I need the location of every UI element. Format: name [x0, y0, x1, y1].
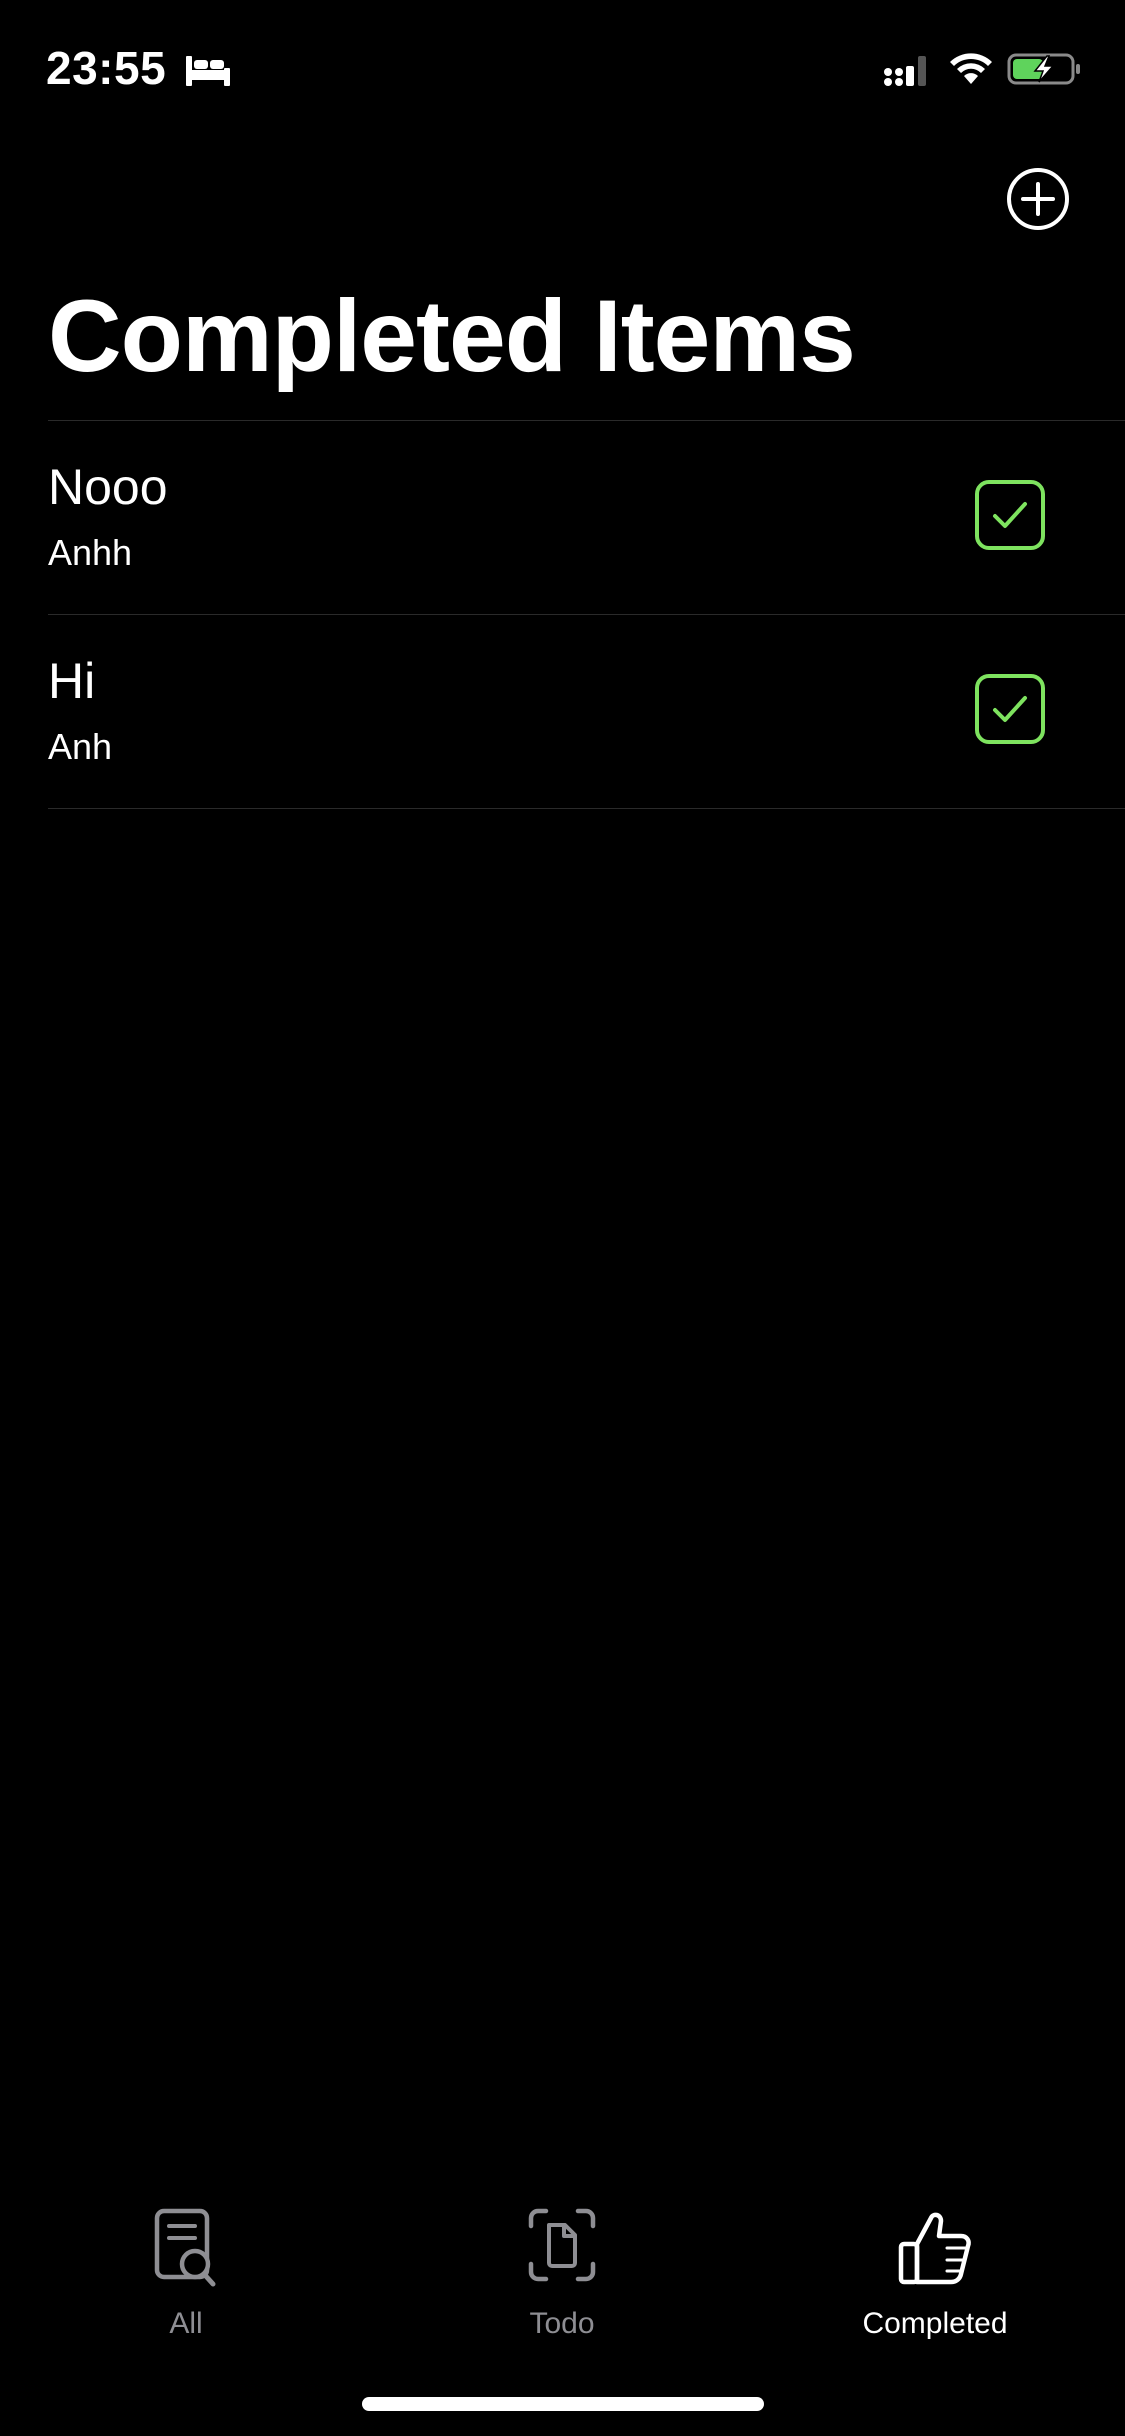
tab-label: Todo: [529, 2307, 595, 2340]
tab-completed[interactable]: Completed: [785, 2208, 1085, 2358]
tab-bar: All Todo Completed: [0, 2180, 1125, 2360]
bed-icon: [186, 56, 230, 86]
tab-todo[interactable]: Todo: [412, 2208, 712, 2358]
list-item[interactable]: Hi Anh: [48, 615, 1125, 809]
item-title: Hi: [48, 653, 96, 709]
document-search-icon: [154, 2208, 216, 2287]
list-item[interactable]: Nooo Anhh: [48, 421, 1125, 615]
document-scan-icon: [528, 2208, 596, 2282]
status-time: 23:55: [46, 42, 167, 94]
tab-label: Completed: [862, 2307, 1008, 2340]
tab-label: All: [169, 2307, 203, 2340]
cellular-signal-icon: [884, 56, 926, 86]
item-subtitle: Anh: [48, 726, 113, 767]
battery-charging-icon: [1007, 53, 1080, 85]
status-bar: 23:55: [0, 0, 1125, 140]
home-indicator: [362, 2397, 764, 2411]
wifi-icon: [950, 53, 992, 84]
checkbox-checked-icon[interactable]: [974, 479, 1046, 551]
item-title: Nooo: [48, 459, 168, 515]
page-title: Completed Items: [48, 279, 856, 393]
item-subtitle: Anhh: [48, 532, 133, 573]
add-item-button[interactable]: [1005, 166, 1071, 232]
tab-all[interactable]: All: [36, 2208, 336, 2358]
checkbox-checked-icon[interactable]: [974, 673, 1046, 745]
completed-items-list: Nooo Anhh Hi Anh: [0, 421, 1125, 809]
thumbs-up-icon: [898, 2212, 971, 2285]
